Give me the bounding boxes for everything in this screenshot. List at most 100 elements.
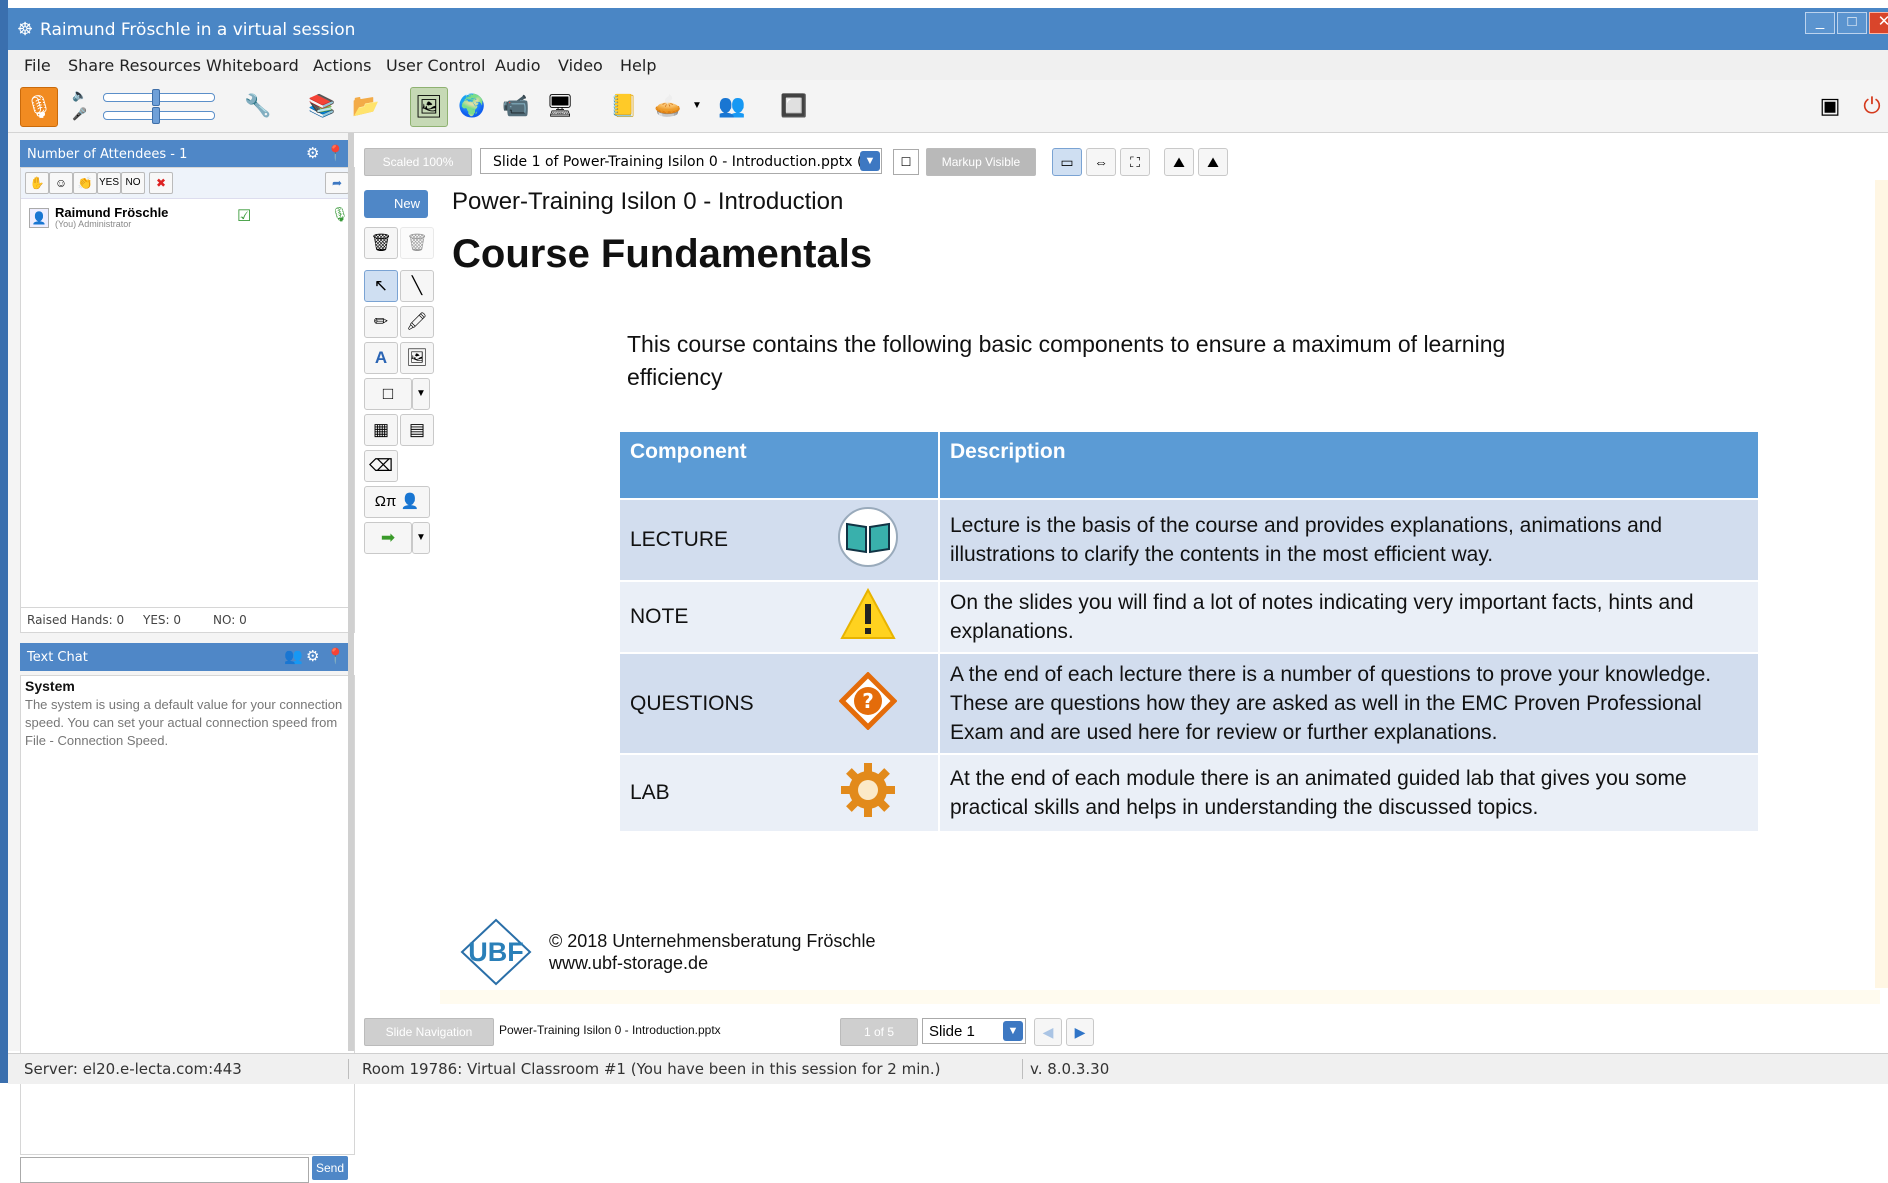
line-tool-icon[interactable]: ╲ bbox=[400, 270, 434, 302]
next-slide-icon[interactable]: ▶ bbox=[1066, 1018, 1094, 1046]
arrow-dropdown-icon[interactable]: ▼ bbox=[412, 522, 430, 554]
breakout-rooms-icon[interactable]: 🔲 bbox=[776, 87, 812, 125]
video-share-icon[interactable]: 📹 bbox=[498, 87, 534, 125]
table-icon[interactable]: ▤ bbox=[400, 414, 434, 446]
menu-user-control[interactable]: User Control bbox=[386, 56, 485, 75]
slide-subtitle: Power-Training Isilon 0 - Introduction bbox=[452, 188, 844, 215]
eraser-icon[interactable]: ⌫ bbox=[364, 450, 398, 482]
menu-audio[interactable]: Audio bbox=[495, 56, 540, 75]
mic-volume-slider[interactable] bbox=[103, 107, 215, 124]
chat-title: Text Chat bbox=[27, 650, 88, 665]
slide-select[interactable]: Slide 1 of Power-Training Isilon 0 - Int… bbox=[480, 148, 882, 174]
previous-slide-icon[interactable]: ◀ bbox=[1034, 1018, 1062, 1046]
component-name: QUESTIONS bbox=[620, 652, 798, 754]
footer-url: www.ubf-storage.de bbox=[549, 953, 709, 973]
pin-icon[interactable]: 📍 bbox=[326, 144, 345, 162]
attendee-row[interactable]: 👤 Raimund Fröschle (You) Administrator ☑… bbox=[27, 204, 349, 232]
component-description: On the slides you will find a lot of not… bbox=[938, 580, 1758, 653]
component-description: At the end of each module there is an an… bbox=[938, 753, 1758, 831]
text-tool-icon[interactable]: A bbox=[364, 342, 398, 374]
formula-tool-button[interactable]: Ωπ 👤 bbox=[364, 486, 430, 518]
slider-knob[interactable] bbox=[152, 89, 160, 106]
delete-page-icon[interactable]: 🗑 bbox=[364, 227, 398, 259]
layout-icon[interactable]: ▣ bbox=[1812, 87, 1848, 125]
markup-visible-button[interactable]: Markup Visible bbox=[926, 148, 1036, 176]
markup-checkbox[interactable]: ☐ bbox=[893, 149, 919, 175]
slide-number-dropdown-icon[interactable]: ▼ bbox=[1003, 1021, 1023, 1041]
notes-icon[interactable]: 📒 bbox=[606, 87, 642, 125]
zoom-out-icon[interactable]: ⛰ bbox=[1164, 148, 1194, 176]
status-separator bbox=[348, 1059, 349, 1079]
highlighter-tool-icon[interactable]: 🖍 bbox=[400, 306, 434, 338]
menu-whiteboard[interactable]: Whiteboard bbox=[206, 56, 299, 75]
server-status: Server: el20.e-lecta.com:443 bbox=[24, 1060, 242, 1078]
speaker-icon: 🔈 bbox=[72, 88, 87, 102]
send-button[interactable]: Send bbox=[312, 1156, 348, 1180]
settings-wrench-icon[interactable]: 🔧 bbox=[240, 87, 276, 125]
menu-help[interactable]: Help bbox=[620, 56, 656, 75]
poll-dropdown-icon[interactable]: ▼ bbox=[692, 100, 702, 111]
applause-icon[interactable]: 👏 bbox=[73, 172, 97, 194]
menu-video[interactable]: Video bbox=[558, 56, 603, 75]
pencil-tool-icon[interactable]: ✏ bbox=[364, 306, 398, 338]
slide-footer: © 2018 Unternehmensberatung Fröschle www… bbox=[549, 930, 875, 974]
pin-icon[interactable]: 📍 bbox=[326, 647, 345, 665]
mic-level-icon: 🎤 bbox=[72, 107, 87, 121]
canvas-bottom-margin bbox=[440, 990, 1880, 1004]
component-description: A the end of each lecture there is a num… bbox=[938, 652, 1758, 754]
shape-dropdown-icon[interactable]: ▼ bbox=[412, 378, 430, 410]
menu-file[interactable]: File bbox=[24, 56, 51, 75]
zoom-in-icon[interactable]: ⛰ bbox=[1198, 148, 1228, 176]
power-icon[interactable]: ⏻ bbox=[1854, 87, 1888, 125]
library-icon[interactable]: 📚 bbox=[304, 87, 340, 125]
scaled-button[interactable]: Scaled 100% bbox=[364, 148, 472, 176]
slide-title: Course Fundamentals bbox=[452, 232, 873, 276]
fit-page-icon[interactable]: ▭ bbox=[1052, 148, 1082, 176]
check-icon: ☑ bbox=[237, 208, 252, 225]
no-button[interactable]: NO bbox=[121, 172, 145, 194]
share-arrow-icon[interactable]: ➦ bbox=[325, 172, 349, 194]
close-button[interactable]: ✕ bbox=[1869, 12, 1888, 34]
header-component: Component bbox=[620, 432, 939, 499]
fit-all-icon[interactable]: ⛶ bbox=[1120, 148, 1150, 176]
users-icon[interactable]: 👥 bbox=[714, 87, 750, 125]
folder-icon[interactable]: 📂 bbox=[348, 87, 384, 125]
component-name: LECTURE bbox=[620, 498, 798, 581]
chat-input[interactable] bbox=[20, 1157, 309, 1183]
whiteboard-icon[interactable]: 🖼 bbox=[410, 87, 448, 127]
image-tool-icon[interactable]: 🖼 bbox=[400, 342, 434, 374]
component-name: NOTE bbox=[620, 580, 798, 653]
microphone-button[interactable]: 🎙 bbox=[20, 87, 58, 127]
slide-count: 1 of 5 bbox=[840, 1018, 918, 1046]
web-share-icon[interactable]: 🌍 bbox=[454, 87, 490, 125]
raise-hand-icon[interactable]: ✋ bbox=[25, 172, 49, 194]
arrow-next-icon[interactable]: ➡ bbox=[364, 522, 412, 554]
clear-icon[interactable]: ✖ bbox=[149, 172, 173, 194]
gear-icon[interactable]: ⚙ bbox=[306, 647, 319, 665]
delete-object-icon[interactable]: 🗑 bbox=[400, 227, 434, 259]
grid-icon[interactable]: ▦ bbox=[364, 414, 398, 446]
fit-width-icon[interactable]: ⇔ bbox=[1086, 148, 1116, 176]
new-page-button[interactable]: New bbox=[364, 190, 428, 218]
pointer-tool-icon[interactable]: ↖ bbox=[364, 270, 398, 302]
formula-label: Ωπ bbox=[374, 493, 397, 510]
slider-knob[interactable] bbox=[152, 107, 160, 124]
screen-share-icon[interactable]: 🖥 bbox=[542, 87, 578, 125]
maximize-button[interactable]: □ bbox=[1837, 12, 1867, 34]
menu-actions[interactable]: Actions bbox=[313, 56, 371, 75]
yes-button[interactable]: YES bbox=[97, 172, 121, 194]
panel-splitter[interactable] bbox=[348, 133, 354, 1051]
user-icon: 👤 bbox=[29, 208, 49, 228]
smile-icon[interactable]: ☺ bbox=[49, 172, 73, 194]
main-toolbar: 🎙 🔈 🎤 🔧 📚 📂 🖼 🌍 📹 🖥 📒 🥧 ▼ 👥 🔲 ▣ ⏻ bbox=[8, 80, 1888, 133]
slide-select-dropdown-icon[interactable]: ▼ bbox=[860, 151, 880, 171]
speaker-volume-slider[interactable] bbox=[103, 89, 215, 106]
chat-users-icon[interactable]: 👥 bbox=[284, 647, 303, 665]
gear-icon[interactable]: ⚙ bbox=[306, 144, 319, 162]
menu-share-resources[interactable]: Share Resources bbox=[68, 56, 201, 75]
rectangle-tool-icon[interactable]: □ bbox=[364, 378, 412, 410]
table-header-row: Component Description bbox=[620, 432, 1758, 499]
slide-navigation-button[interactable]: Slide Navigation bbox=[364, 1018, 494, 1046]
minimize-button[interactable]: _ bbox=[1805, 12, 1835, 34]
poll-chart-icon[interactable]: 🥧 bbox=[650, 87, 686, 125]
